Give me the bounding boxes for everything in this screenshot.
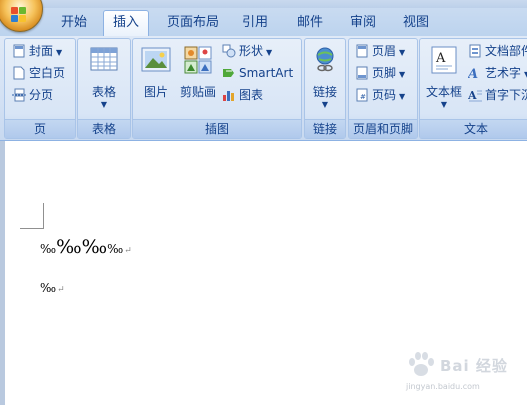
page-break-icon [12,88,26,101]
paw-icon [409,352,434,376]
page-break-button[interactable]: 分页 [12,85,53,105]
office-logo-icon [11,7,27,23]
permille-small-1: ‰ [40,242,57,256]
permille-large: ‰‰ [56,236,108,258]
ribbon-tab-bar: 开始 插入 页面布局 引用 邮件 审阅 视图 [0,8,527,37]
header-dropdown-icon: ▼ [399,48,406,57]
group-pages-label: 页 [5,119,75,138]
group-links: 链接 ▼ 链接 [304,38,346,139]
header-icon [356,44,368,57]
shapes-button[interactable]: 形状 ▼ [222,41,272,61]
quick-parts-icon [469,44,481,57]
cover-page-button[interactable]: 封面 ▼ [12,41,62,61]
svg-text:#: # [360,93,366,101]
picture-icon [141,47,171,72]
document-line-2[interactable]: ‰↵ [40,281,65,295]
blank-page-icon [13,66,25,79]
group-illustrations: 图片 剪贴画 形状 ▼ SmartArt 图表 插图 [132,38,302,139]
text-box-dropdown-icon: ▼ [440,100,448,109]
links-button[interactable]: 链接 ▼ [307,44,343,109]
svg-text:A: A [435,51,446,66]
tab-home[interactable]: 开始 [52,11,96,34]
baidu-jingyan-watermark: Bai 经验 jingyan.baidu.com [400,346,520,396]
group-text: A 文本框 ▼ 文档部件 A艺术字▼ A首字下沉 文本 [419,38,527,139]
paragraph-mark-icon: ↵ [124,246,132,256]
wordart-icon: A [468,67,478,80]
table-icon [90,47,118,71]
paragraph-mark-icon: ↵ [57,285,65,295]
shapes-dropdown-icon: ▼ [266,48,273,57]
drop-cap-button[interactable]: A首字下沉 [468,85,527,105]
footer-dropdown-icon: ▼ [399,70,406,79]
group-illustrations-label: 插图 [133,119,301,138]
group-tables-label: 表格 [78,119,130,138]
text-box-icon: A [431,46,457,74]
header-button[interactable]: 页眉 ▼ [355,41,405,61]
chart-button[interactable]: 图表 [222,85,263,105]
tab-references[interactable]: 引用 [235,11,275,34]
svg-text:A: A [468,67,478,80]
clip-art-icon [184,46,212,74]
tab-mailings[interactable]: 邮件 [290,11,330,34]
cover-page-icon [13,44,25,57]
cover-dropdown-icon: ▼ [56,48,63,57]
tab-view[interactable]: 视图 [396,11,436,34]
quick-parts-button[interactable]: 文档部件 [468,41,527,61]
group-pages: 封面 ▼ 空白页 分页 页 [4,38,76,139]
text-box-button[interactable]: A 文本框 ▼ [423,44,465,109]
permille-small-3: ‰ [40,281,57,295]
smartart-button[interactable]: SmartArt [222,63,293,83]
chart-icon [223,90,234,101]
insert-table-button[interactable]: 表格 ▼ [86,44,122,109]
group-header-footer: 页眉 ▼ 页脚 ▼ # 页码 ▼ 页眉和页脚 [348,38,418,139]
group-text-label: 文本 [420,119,527,138]
tab-page-layout[interactable]: 页面布局 [160,11,226,34]
group-tables: 表格 ▼ 表格 [77,38,131,139]
globe-link-icon [316,47,334,72]
blank-page-button[interactable]: 空白页 [12,63,65,83]
insert-picture-button[interactable]: 图片 [139,44,173,100]
footer-icon [356,66,368,79]
links-dropdown-icon: ▼ [321,100,329,109]
page-number-button[interactable]: # 页码 ▼ [355,85,405,105]
permille-small-2: ‰ [107,242,124,256]
footer-button[interactable]: 页脚 ▼ [355,63,405,83]
group-header-footer-label: 页眉和页脚 [349,119,417,138]
page-number-icon: # [356,88,368,101]
tab-review[interactable]: 审阅 [343,11,383,34]
svg-text:A: A [468,89,477,102]
tab-insert[interactable]: 插入 [103,10,149,36]
margin-crop-mark-horizontal [20,228,43,229]
document-line-1[interactable]: ‰‰‰‰↵ [40,236,132,258]
watermark-text: Bai 经验 [440,357,508,375]
shapes-icon [222,44,236,57]
drop-cap-icon: A [468,89,482,102]
watermark-url: jingyan.baidu.com [406,382,480,391]
title-bar [0,0,527,8]
margin-crop-mark [35,203,44,229]
ribbon: 封面 ▼ 空白页 分页 页 表格 ▼ 表格 图片 剪贴画 形状 ▼ SmartA… [0,36,527,141]
smartart-icon [223,68,234,77]
page-number-dropdown-icon: ▼ [399,92,406,101]
wordart-button[interactable]: A艺术字▼ [468,63,527,83]
clip-art-button[interactable]: 剪贴画 [176,44,220,100]
group-links-label: 链接 [305,119,345,138]
table-dropdown-icon: ▼ [100,100,108,109]
